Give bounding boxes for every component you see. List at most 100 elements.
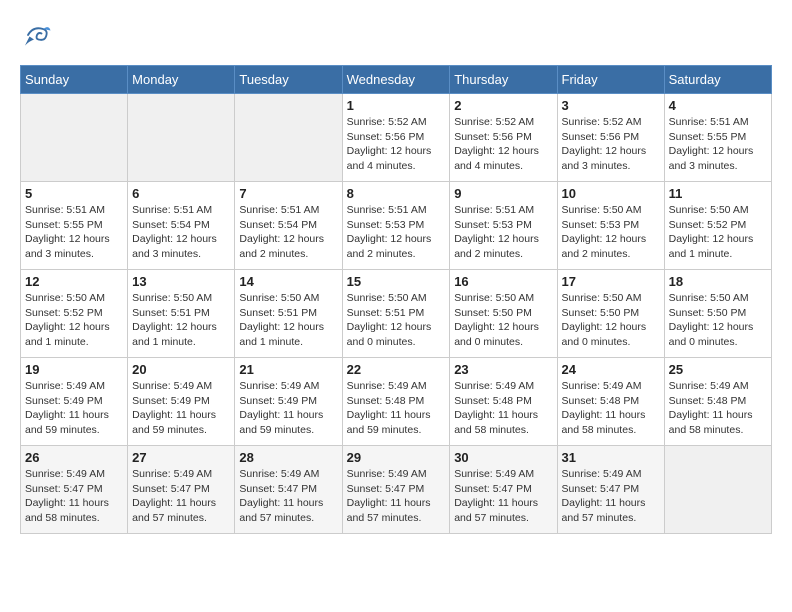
logo-icon (22, 20, 52, 50)
day-number: 14 (239, 274, 337, 289)
calendar-cell: 25 Sunrise: 5:49 AM Sunset: 5:48 PM Dayli… (664, 358, 771, 446)
week-row-4: 19 Sunrise: 5:49 AM Sunset: 5:49 PM Dayli… (21, 358, 772, 446)
day-number: 4 (669, 98, 767, 113)
day-info: Sunrise: 5:51 AM Sunset: 5:54 PM Dayligh… (239, 203, 337, 262)
calendar-cell: 24 Sunrise: 5:49 AM Sunset: 5:48 PM Dayli… (557, 358, 664, 446)
calendar-cell: 27Sunrise: 5:49 AM Sunset: 5:47 PM Dayli… (128, 446, 235, 534)
day-info: Sunrise: 5:52 AM Sunset: 5:56 PM Dayligh… (562, 115, 660, 174)
day-number: 10 (562, 186, 660, 201)
calendar-cell: 19 Sunrise: 5:49 AM Sunset: 5:49 PM Dayli… (21, 358, 128, 446)
calendar-cell: 18 Sunrise: 5:50 AM Sunset: 5:50 PM Dayli… (664, 270, 771, 358)
week-row-1: 1 Sunrise: 5:52 AM Sunset: 5:56 PM Daylig… (21, 94, 772, 182)
day-info: Sunrise: 5:49 AM Sunset: 5:47 PM Dayligh… (347, 467, 446, 526)
day-info: Sunrise: 5:49 AM Sunset: 5:49 PM Dayligh… (239, 379, 337, 438)
day-info: Sunrise: 5:50 AM Sunset: 5:50 PM Dayligh… (454, 291, 552, 350)
calendar-cell: 30 Sunrise: 5:49 AM Sunset: 5:47 PM Dayli… (450, 446, 557, 534)
week-row-2: 5 Sunrise: 5:51 AM Sunset: 5:55 PM Daylig… (21, 182, 772, 270)
weekday-header-saturday: Saturday (664, 66, 771, 94)
day-info: Sunrise: 5:49 AM Sunset: 5:47 PM Dayligh… (25, 467, 123, 526)
day-info: Sunrise: 5:49 AM Sunset: 5:47 PM Dayligh… (239, 467, 337, 526)
day-info: Sunrise: 5:50 AM Sunset: 5:52 PM Dayligh… (669, 203, 767, 262)
day-number: 3 (562, 98, 660, 113)
day-info: Sunrise: 5:50 AM Sunset: 5:52 PM Dayligh… (25, 291, 123, 350)
day-info: Sunrise: 5:50 AM Sunset: 5:51 PM Dayligh… (347, 291, 446, 350)
day-number: 30 (454, 450, 552, 465)
day-number: 19 (25, 362, 123, 377)
day-number: 23 (454, 362, 552, 377)
weekday-header-thursday: Thursday (450, 66, 557, 94)
day-number: 27 (132, 450, 230, 465)
calendar-cell: 21Sunrise: 5:49 AM Sunset: 5:49 PM Dayli… (235, 358, 342, 446)
calendar-cell: 29Sunrise: 5:49 AM Sunset: 5:47 PM Dayli… (342, 446, 450, 534)
day-info: Sunrise: 5:51 AM Sunset: 5:55 PM Dayligh… (669, 115, 767, 174)
calendar-cell: 31 Sunrise: 5:49 AM Sunset: 5:47 PM Dayli… (557, 446, 664, 534)
day-number: 26 (25, 450, 123, 465)
day-info: Sunrise: 5:49 AM Sunset: 5:47 PM Dayligh… (454, 467, 552, 526)
day-info: Sunrise: 5:49 AM Sunset: 5:49 PM Dayligh… (25, 379, 123, 438)
week-row-3: 12Sunrise: 5:50 AM Sunset: 5:52 PM Dayli… (21, 270, 772, 358)
calendar-cell (235, 94, 342, 182)
calendar-cell: 8 Sunrise: 5:51 AM Sunset: 5:53 PM Daylig… (342, 182, 450, 270)
day-info: Sunrise: 5:50 AM Sunset: 5:50 PM Dayligh… (562, 291, 660, 350)
calendar-cell: 20 Sunrise: 5:49 AM Sunset: 5:49 PM Dayli… (128, 358, 235, 446)
calendar-cell (21, 94, 128, 182)
day-info: Sunrise: 5:51 AM Sunset: 5:53 PM Dayligh… (347, 203, 446, 262)
calendar-cell: 2Sunrise: 5:52 AM Sunset: 5:56 PM Daylig… (450, 94, 557, 182)
week-row-5: 26 Sunrise: 5:49 AM Sunset: 5:47 PM Dayli… (21, 446, 772, 534)
day-number: 28 (239, 450, 337, 465)
calendar-cell: 14 Sunrise: 5:50 AM Sunset: 5:51 PM Dayli… (235, 270, 342, 358)
day-number: 22 (347, 362, 446, 377)
day-info: Sunrise: 5:49 AM Sunset: 5:48 PM Dayligh… (347, 379, 446, 438)
weekday-header-friday: Friday (557, 66, 664, 94)
day-info: Sunrise: 5:51 AM Sunset: 5:53 PM Dayligh… (454, 203, 552, 262)
day-number: 18 (669, 274, 767, 289)
day-number: 11 (669, 186, 767, 201)
day-info: Sunrise: 5:49 AM Sunset: 5:47 PM Dayligh… (562, 467, 660, 526)
calendar-table: SundayMondayTuesdayWednesdayThursdayFrid… (20, 65, 772, 534)
calendar-cell: 9 Sunrise: 5:51 AM Sunset: 5:53 PM Daylig… (450, 182, 557, 270)
day-number: 6 (132, 186, 230, 201)
day-number: 24 (562, 362, 660, 377)
weekday-header-monday: Monday (128, 66, 235, 94)
day-number: 17 (562, 274, 660, 289)
weekday-header-sunday: Sunday (21, 66, 128, 94)
calendar-cell (664, 446, 771, 534)
calendar-cell: 15 Sunrise: 5:50 AM Sunset: 5:51 PM Dayli… (342, 270, 450, 358)
day-info: Sunrise: 5:50 AM Sunset: 5:50 PM Dayligh… (669, 291, 767, 350)
calendar-cell: 1 Sunrise: 5:52 AM Sunset: 5:56 PM Daylig… (342, 94, 450, 182)
weekday-header-wednesday: Wednesday (342, 66, 450, 94)
calendar-cell: 10 Sunrise: 5:50 AM Sunset: 5:53 PM Dayli… (557, 182, 664, 270)
day-number: 5 (25, 186, 123, 201)
header (20, 20, 772, 55)
calendar-cell: 7Sunrise: 5:51 AM Sunset: 5:54 PM Daylig… (235, 182, 342, 270)
day-number: 31 (562, 450, 660, 465)
calendar-cell: 16 Sunrise: 5:50 AM Sunset: 5:50 PM Dayli… (450, 270, 557, 358)
day-number: 8 (347, 186, 446, 201)
weekday-header-tuesday: Tuesday (235, 66, 342, 94)
day-info: Sunrise: 5:52 AM Sunset: 5:56 PM Dayligh… (347, 115, 446, 174)
day-number: 15 (347, 274, 446, 289)
day-info: Sunrise: 5:49 AM Sunset: 5:48 PM Dayligh… (454, 379, 552, 438)
day-number: 25 (669, 362, 767, 377)
day-info: Sunrise: 5:50 AM Sunset: 5:53 PM Dayligh… (562, 203, 660, 262)
logo (20, 20, 52, 55)
calendar-cell: 28 Sunrise: 5:49 AM Sunset: 5:47 PM Dayli… (235, 446, 342, 534)
day-info: Sunrise: 5:49 AM Sunset: 5:48 PM Dayligh… (669, 379, 767, 438)
day-number: 13 (132, 274, 230, 289)
day-info: Sunrise: 5:51 AM Sunset: 5:55 PM Dayligh… (25, 203, 123, 262)
day-number: 9 (454, 186, 552, 201)
calendar-cell: 17 Sunrise: 5:50 AM Sunset: 5:50 PM Dayli… (557, 270, 664, 358)
calendar-cell: 13 Sunrise: 5:50 AM Sunset: 5:51 PM Dayli… (128, 270, 235, 358)
calendar-cell: 3 Sunrise: 5:52 AM Sunset: 5:56 PM Daylig… (557, 94, 664, 182)
day-info: Sunrise: 5:50 AM Sunset: 5:51 PM Dayligh… (132, 291, 230, 350)
calendar-cell: 23 Sunrise: 5:49 AM Sunset: 5:48 PM Dayli… (450, 358, 557, 446)
day-info: Sunrise: 5:50 AM Sunset: 5:51 PM Dayligh… (239, 291, 337, 350)
day-info: Sunrise: 5:49 AM Sunset: 5:49 PM Dayligh… (132, 379, 230, 438)
calendar-cell: 22 Sunrise: 5:49 AM Sunset: 5:48 PM Dayli… (342, 358, 450, 446)
day-info: Sunrise: 5:49 AM Sunset: 5:48 PM Dayligh… (562, 379, 660, 438)
calendar-cell: 5 Sunrise: 5:51 AM Sunset: 5:55 PM Daylig… (21, 182, 128, 270)
calendar-cell: 11 Sunrise: 5:50 AM Sunset: 5:52 PM Dayli… (664, 182, 771, 270)
day-number: 20 (132, 362, 230, 377)
day-number: 16 (454, 274, 552, 289)
day-number: 1 (347, 98, 446, 113)
